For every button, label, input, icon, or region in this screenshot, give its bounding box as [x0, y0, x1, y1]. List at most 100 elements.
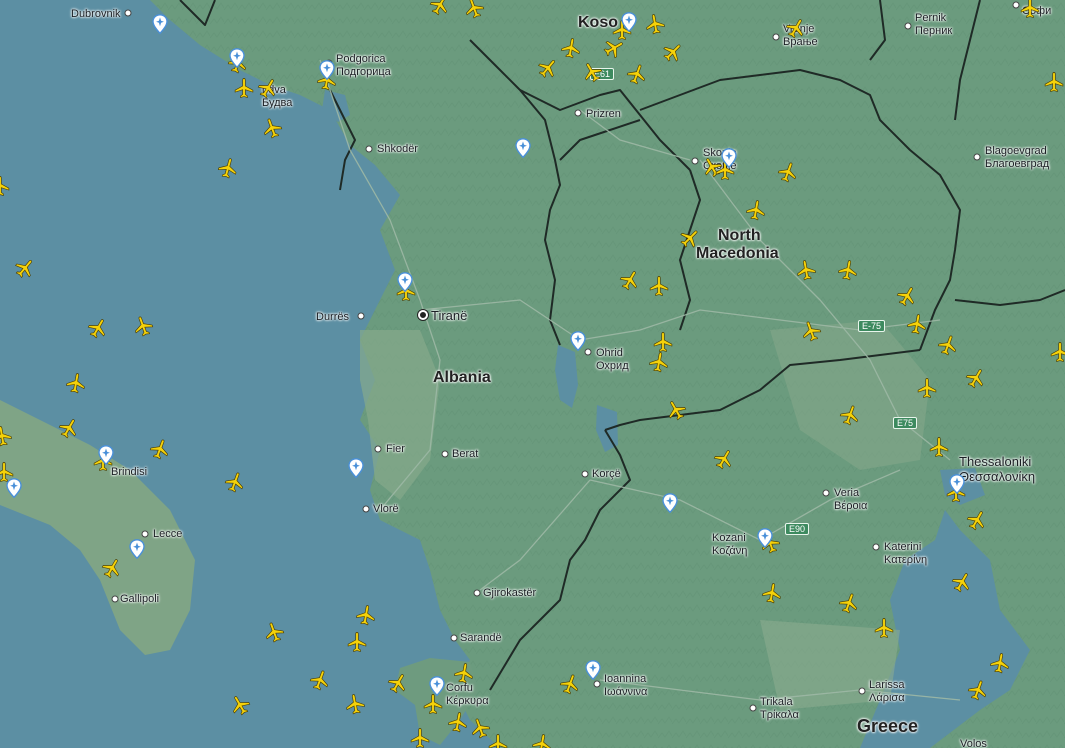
- city-dot-shkoder: [365, 145, 373, 153]
- city-local-name: Благоевград: [985, 157, 1050, 170]
- aircraft-icon[interactable]: [835, 257, 860, 282]
- aircraft-icon[interactable]: [646, 349, 671, 374]
- city-label-volos[interactable]: Volos: [960, 738, 987, 748]
- airport-pin-icon[interactable]: [129, 539, 145, 560]
- aircraft-icon[interactable]: [63, 370, 88, 395]
- aircraft-icon[interactable]: [873, 617, 895, 639]
- aircraft-icon[interactable]: [342, 691, 367, 716]
- city-label-fier[interactable]: Fier: [386, 443, 405, 456]
- city-name: Volos: [960, 738, 987, 748]
- city-dot-lecce: [141, 530, 149, 538]
- city-dot-vranje: [772, 33, 780, 41]
- airport-pin-icon[interactable]: [757, 528, 773, 549]
- city-local-name: Κέρκυρα: [446, 694, 489, 707]
- city-label-ioannina[interactable]: Ioannina Ιωάννινα: [604, 673, 647, 698]
- city-label-durres[interactable]: Durrës: [316, 311, 349, 324]
- city-label-kozani[interactable]: Kozani Κοζάνη: [712, 532, 747, 557]
- city-label-veria[interactable]: Veria Βέροια: [834, 487, 867, 512]
- city-label-podgorica[interactable]: Podgorica Подгорица: [336, 53, 391, 78]
- capital-label[interactable]: Tiranë: [431, 308, 468, 324]
- city-dot-korce: [581, 470, 589, 478]
- aircraft-icon[interactable]: [987, 650, 1012, 675]
- aircraft-icon[interactable]: [346, 631, 368, 653]
- airport-pin-icon[interactable]: [98, 445, 114, 466]
- city-dot-prizren: [574, 109, 582, 117]
- aircraft-icon[interactable]: [422, 693, 444, 715]
- aircraft-icon[interactable]: [233, 77, 255, 99]
- city-label-prizren[interactable]: Prizren: [586, 108, 621, 121]
- city-dot-dubrovnik: [124, 9, 132, 17]
- city-dot-blagoevgrad: [973, 153, 981, 161]
- airport-pin-icon[interactable]: [152, 14, 168, 35]
- airport-pin-icon[interactable]: [621, 12, 637, 33]
- city-label-larissa[interactable]: Larissa Λάρισα: [869, 679, 905, 704]
- city-label-vlore[interactable]: Vlorë: [373, 503, 399, 516]
- city-label-korce[interactable]: Korçë: [592, 468, 621, 481]
- city-label-blagoevgrad[interactable]: Blagoevgrad Благоевград: [985, 145, 1049, 170]
- aircraft-icon[interactable]: [0, 175, 11, 197]
- city-name: Fier: [386, 443, 405, 455]
- city-name: Vlorë: [373, 503, 399, 515]
- city-name: Katerini: [884, 541, 922, 553]
- city-label-katerini[interactable]: Katerini Κατερίνη: [884, 541, 927, 566]
- aircraft-icon[interactable]: [1019, 0, 1041, 19]
- airport-pin-icon[interactable]: [397, 272, 413, 293]
- aircraft-icon[interactable]: [1049, 341, 1065, 363]
- capital-label[interactable]: Thessaloniki Θεσσαλονίκη: [959, 454, 1036, 485]
- airport-pin-icon[interactable]: [662, 493, 678, 514]
- aircraft-icon[interactable]: [916, 377, 938, 399]
- aircraft-icon[interactable]: [648, 275, 670, 297]
- airport-pin-icon[interactable]: [6, 478, 22, 499]
- aircraft-icon[interactable]: [1043, 71, 1065, 93]
- map-base-layer: [0, 0, 1065, 748]
- city-dot-larissa: [858, 687, 866, 695]
- city-label-pernik[interactable]: Pernik Перник: [915, 12, 952, 37]
- capital-dot: [418, 310, 428, 320]
- aircraft-icon[interactable]: [409, 727, 431, 748]
- city-label-sarande[interactable]: Sarandë: [460, 632, 502, 645]
- aircraft-icon[interactable]: [759, 580, 784, 605]
- flight-map[interactable]: Dubrovnik Podgorica Подгорица udva Будва Shko…: [0, 0, 1065, 748]
- airport-pin-icon[interactable]: [429, 676, 445, 697]
- city-name: Trikala: [760, 696, 793, 708]
- aircraft-icon[interactable]: [793, 257, 818, 282]
- aircraft-icon[interactable]: [451, 660, 476, 685]
- airport-pin-icon[interactable]: [570, 331, 586, 352]
- city-local-name: Λάρισα: [869, 691, 905, 704]
- city-label-gallipoli[interactable]: Gallipoli: [120, 593, 159, 606]
- aircraft-icon[interactable]: [558, 35, 583, 60]
- city-name: Shkodër: [377, 143, 418, 155]
- city-dot-vlore: [362, 505, 370, 513]
- aircraft-icon[interactable]: [642, 11, 667, 36]
- airport-pin-icon[interactable]: [319, 60, 335, 81]
- city-dot-gjirokaster: [473, 589, 481, 597]
- city-label-brindisi[interactable]: Brindisi: [111, 466, 147, 479]
- city-name: Korçë: [592, 468, 621, 480]
- city-label-gjirokaster[interactable]: Gjirokastër: [483, 587, 536, 600]
- city-name: Gallipoli: [120, 593, 160, 605]
- airport-pin-icon[interactable]: [585, 660, 601, 681]
- aircraft-icon[interactable]: [353, 602, 378, 627]
- city-label-dubrovnik[interactable]: Dubrovnik: [71, 8, 121, 21]
- city-label-trikala[interactable]: Trikala Τρίκαλα: [760, 696, 799, 721]
- capital-name: Tiranë: [431, 308, 468, 323]
- city-label-ohrid[interactable]: Ohrid Охрид: [596, 347, 629, 372]
- aircraft-icon[interactable]: [743, 197, 768, 222]
- capital-local-name: Θεσσαλονίκη: [959, 468, 1036, 484]
- airport-pin-icon[interactable]: [229, 48, 245, 69]
- aircraft-icon[interactable]: [529, 731, 554, 748]
- city-label-lecce[interactable]: Lecce: [153, 528, 182, 541]
- city-dot-fier: [374, 445, 382, 453]
- city-label-berat[interactable]: Berat: [452, 448, 478, 461]
- airport-pin-icon[interactable]: [721, 148, 737, 169]
- city-name: Pernik: [915, 12, 947, 24]
- airport-pin-icon[interactable]: [949, 474, 965, 495]
- city-label-corfu[interactable]: Corfu Κέρκυρα: [446, 682, 489, 707]
- aircraft-icon[interactable]: [904, 311, 929, 336]
- city-label-shkoder[interactable]: Shkodër: [377, 143, 418, 156]
- aircraft-icon[interactable]: [487, 733, 509, 748]
- aircraft-icon[interactable]: [928, 436, 950, 458]
- airport-pin-icon[interactable]: [515, 138, 531, 159]
- airport-pin-icon[interactable]: [348, 458, 364, 479]
- country-label: Albania: [433, 369, 491, 386]
